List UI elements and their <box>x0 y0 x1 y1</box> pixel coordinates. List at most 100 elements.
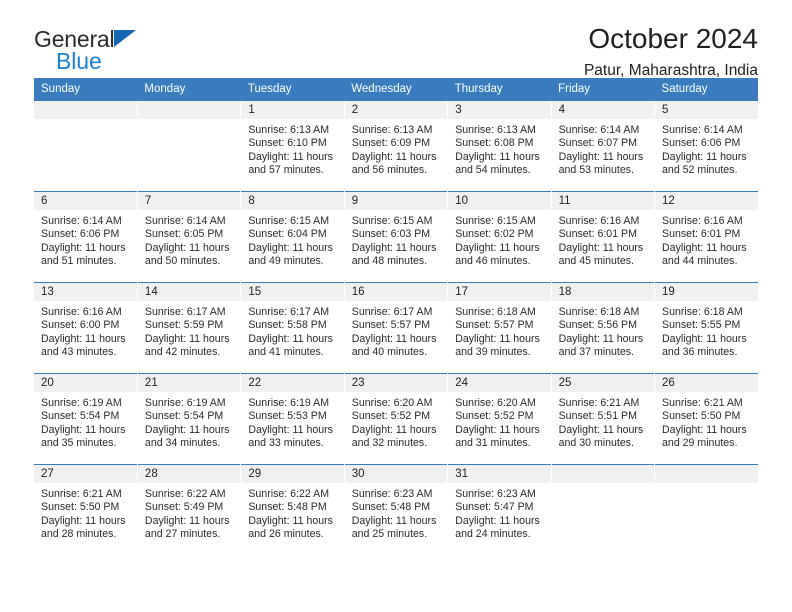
day-cell-inner <box>137 101 241 191</box>
weekday-header-tuesday: Tuesday <box>240 78 345 101</box>
sunrise-text: Sunrise: 6:21 AM <box>662 397 743 409</box>
calendar-day-cell[interactable]: 11 Sunrise: 6:16 AM Sunset: 6:01 PM Dayligh… <box>550 191 655 283</box>
calendar-day-cell[interactable]: 22 Sunrise: 6:19 AM Sunset: 5:53 PM Dayligh… <box>240 373 345 465</box>
calendar-day-cell[interactable]: 25 Sunrise: 6:21 AM Sunset: 5:51 PM Dayligh… <box>550 373 655 465</box>
day-details: Sunrise: 6:17 AM Sunset: 5:58 PM Daylight:… <box>241 301 343 360</box>
day-details: Sunrise: 6:15 AM Sunset: 6:04 PM Daylight:… <box>241 210 343 269</box>
sunset-text: Sunset: 6:04 PM <box>248 228 327 241</box>
sunset-text: Sunset: 5:55 PM <box>662 319 741 332</box>
weekday-header-friday: Friday <box>551 78 655 101</box>
day-details: Sunrise: 6:13 AM Sunset: 6:09 PM Daylight:… <box>345 119 447 178</box>
daylight-text-line2: and 45 minutes. <box>558 255 634 268</box>
day-number <box>551 465 655 483</box>
day-details: Sunrise: 6:17 AM Sunset: 5:59 PM Daylight:… <box>138 301 240 360</box>
day-details: Sunrise: 6:23 AM Sunset: 5:47 PM Daylight:… <box>448 483 550 542</box>
daylight-text-line1: Daylight: 11 hours <box>558 332 644 345</box>
calendar-day-cell[interactable]: 16 Sunrise: 6:17 AM Sunset: 5:57 PM Dayligh… <box>343 282 448 374</box>
calendar-day-cell[interactable]: 1 Sunrise: 6:13 AM Sunset: 6:10 PM Daylight… <box>240 101 345 192</box>
day-details: Sunrise: 6:13 AM Sunset: 6:10 PM Daylight:… <box>241 119 343 178</box>
day-cell-inner: 2 Sunrise: 6:13 AM Sunset: 6:09 PM Daylight… <box>344 101 448 191</box>
calendar-page: General Blue October 2024 Patur, Maharas… <box>0 0 792 612</box>
daylight-text-line2: and 51 minutes. <box>41 255 117 268</box>
calendar-cell-empty <box>34 101 138 192</box>
calendar-day-cell[interactable]: 15 Sunrise: 6:17 AM Sunset: 5:58 PM Dayligh… <box>240 282 345 374</box>
daylight-text-line1: Daylight: 11 hours <box>558 241 644 254</box>
calendar-day-cell[interactable]: 3 Sunrise: 6:13 AM Sunset: 6:08 PM Daylight… <box>447 101 552 192</box>
day-number: 25 <box>551 374 655 392</box>
sunset-text: Sunset: 5:54 PM <box>144 410 224 423</box>
sunrise-text: Sunrise: 6:17 AM <box>248 306 330 318</box>
day-cell-inner <box>34 101 137 191</box>
calendar-day-cell[interactable]: 13 Sunrise: 6:16 AM Sunset: 6:00 PM Dayligh… <box>34 282 138 374</box>
sunrise-text: Sunrise: 6:18 AM <box>662 306 743 318</box>
daylight-text-line2: and 41 minutes. <box>248 346 324 359</box>
calendar-day-cell[interactable]: 12 Sunrise: 6:16 AM Sunset: 6:01 PM Dayligh… <box>654 191 758 283</box>
sunset-text: Sunset: 5:52 PM <box>351 410 431 423</box>
day-number: 17 <box>448 283 551 301</box>
day-number: 14 <box>137 283 241 301</box>
calendar-day-cell[interactable]: 9 Sunrise: 6:15 AM Sunset: 6:03 PM Daylight… <box>343 191 448 283</box>
sunset-text: Sunset: 5:51 PM <box>558 410 637 423</box>
day-number: 19 <box>655 283 758 301</box>
calendar-day-cell[interactable]: 10 Sunrise: 6:15 AM Sunset: 6:02 PM Dayligh… <box>447 191 552 283</box>
calendar-day-cell[interactable]: 20 Sunrise: 6:19 AM Sunset: 5:54 PM Dayligh… <box>34 373 138 465</box>
day-details: Sunrise: 6:22 AM Sunset: 5:49 PM Daylight:… <box>138 483 240 542</box>
day-cell-inner: 18 Sunrise: 6:18 AM Sunset: 5:56 PM Dayligh… <box>551 283 655 373</box>
calendar-day-cell[interactable]: 24 Sunrise: 6:20 AM Sunset: 5:52 PM Dayligh… <box>447 373 552 465</box>
day-details: Sunrise: 6:14 AM Sunset: 6:06 PM Daylight:… <box>34 210 137 269</box>
sunrise-text: Sunrise: 6:23 AM <box>455 488 536 500</box>
daylight-text-line2: and 30 minutes. <box>558 437 634 450</box>
day-details: Sunrise: 6:21 AM Sunset: 5:50 PM Daylight:… <box>655 392 758 451</box>
calendar-day-cell[interactable]: 5 Sunrise: 6:14 AM Sunset: 6:06 PM Daylight… <box>654 101 758 192</box>
day-number: 24 <box>448 374 551 392</box>
daylight-text-line1: Daylight: 11 hours <box>662 241 747 254</box>
calendar-day-cell[interactable]: 23 Sunrise: 6:20 AM Sunset: 5:52 PM Dayligh… <box>343 373 448 465</box>
daylight-text-line2: and 25 minutes. <box>351 528 428 541</box>
calendar-day-cell[interactable]: 28 Sunrise: 6:22 AM Sunset: 5:49 PM Dayligh… <box>136 464 241 555</box>
calendar-day-cell[interactable]: 18 Sunrise: 6:18 AM Sunset: 5:56 PM Dayligh… <box>550 282 655 374</box>
calendar-day-cell[interactable]: 19 Sunrise: 6:18 AM Sunset: 5:55 PM Dayligh… <box>654 282 758 374</box>
calendar-day-cell[interactable]: 2 Sunrise: 6:13 AM Sunset: 6:09 PM Daylight… <box>343 101 448 192</box>
calendar-day-cell[interactable]: 17 Sunrise: 6:18 AM Sunset: 5:57 PM Dayligh… <box>447 282 552 374</box>
calendar-day-cell[interactable]: 7 Sunrise: 6:14 AM Sunset: 6:05 PM Daylight… <box>136 191 241 283</box>
calendar-day-cell[interactable]: 29 Sunrise: 6:22 AM Sunset: 5:48 PM Dayligh… <box>240 464 345 555</box>
day-number: 15 <box>241 283 344 301</box>
calendar-day-cell[interactable]: 14 Sunrise: 6:17 AM Sunset: 5:59 PM Dayligh… <box>136 282 241 374</box>
daylight-text-line2: and 27 minutes. <box>144 528 221 541</box>
calendar-day-cell[interactable]: 31 Sunrise: 6:23 AM Sunset: 5:47 PM Dayligh… <box>447 464 552 555</box>
day-cell-inner: 31 Sunrise: 6:23 AM Sunset: 5:47 PM Dayligh… <box>448 465 551 555</box>
day-details: Sunrise: 6:20 AM Sunset: 5:52 PM Daylight:… <box>345 392 447 451</box>
sunset-text: Sunset: 5:47 PM <box>455 501 534 514</box>
calendar-day-cell[interactable]: 21 Sunrise: 6:19 AM Sunset: 5:54 PM Dayligh… <box>136 373 241 465</box>
daylight-text-line2: and 49 minutes. <box>248 255 324 268</box>
daylight-text-line2: and 35 minutes. <box>41 437 117 450</box>
daylight-text-line2: and 37 minutes. <box>558 346 634 359</box>
daylight-text-line1: Daylight: 11 hours <box>662 332 747 345</box>
day-number: 31 <box>448 465 551 483</box>
daylight-text-line1: Daylight: 11 hours <box>351 423 437 436</box>
daylight-text-line1: Daylight: 11 hours <box>455 150 540 163</box>
calendar-day-cell[interactable]: 26 Sunrise: 6:21 AM Sunset: 5:50 PM Dayligh… <box>654 373 758 465</box>
daylight-text-line1: Daylight: 11 hours <box>248 332 333 345</box>
day-cell-inner: 4 Sunrise: 6:14 AM Sunset: 6:07 PM Daylight… <box>551 101 655 191</box>
calendar-day-cell[interactable]: 4 Sunrise: 6:14 AM Sunset: 6:07 PM Daylight… <box>550 101 655 192</box>
sunrise-text: Sunrise: 6:23 AM <box>351 488 433 500</box>
weekday-headers: Sunday Monday Tuesday Wednesday Thursday Frid… <box>34 78 758 101</box>
calendar-day-cell[interactable]: 30 Sunrise: 6:23 AM Sunset: 5:48 PM Dayligh… <box>343 464 448 555</box>
daylight-text-line2: and 29 minutes. <box>662 437 738 450</box>
sunrise-text: Sunrise: 6:16 AM <box>662 215 743 227</box>
day-cell-inner: 1 Sunrise: 6:13 AM Sunset: 6:10 PM Daylight… <box>241 101 344 191</box>
day-number: 11 <box>551 192 655 210</box>
calendar-day-cell[interactable]: 27 Sunrise: 6:21 AM Sunset: 5:50 PM Dayligh… <box>34 464 138 555</box>
sunrise-text: Sunrise: 6:18 AM <box>558 306 640 318</box>
day-cell-inner: 6 Sunrise: 6:14 AM Sunset: 6:06 PM Daylight… <box>34 192 137 282</box>
day-cell-inner: 30 Sunrise: 6:23 AM Sunset: 5:48 PM Dayligh… <box>344 465 448 555</box>
day-number: 20 <box>34 374 137 392</box>
generalblue-logo[interactable]: General Blue <box>34 24 137 73</box>
sunrise-text: Sunrise: 6:15 AM <box>455 215 536 227</box>
day-cell-inner: 25 Sunrise: 6:21 AM Sunset: 5:51 PM Dayligh… <box>551 374 655 464</box>
calendar-day-cell[interactable]: 6 Sunrise: 6:14 AM Sunset: 6:06 PM Daylight… <box>34 191 138 283</box>
sunrise-text: Sunrise: 6:20 AM <box>455 397 536 409</box>
sunrise-text: Sunrise: 6:15 AM <box>248 215 330 227</box>
calendar-day-cell[interactable]: 8 Sunrise: 6:15 AM Sunset: 6:04 PM Daylight… <box>240 191 345 283</box>
